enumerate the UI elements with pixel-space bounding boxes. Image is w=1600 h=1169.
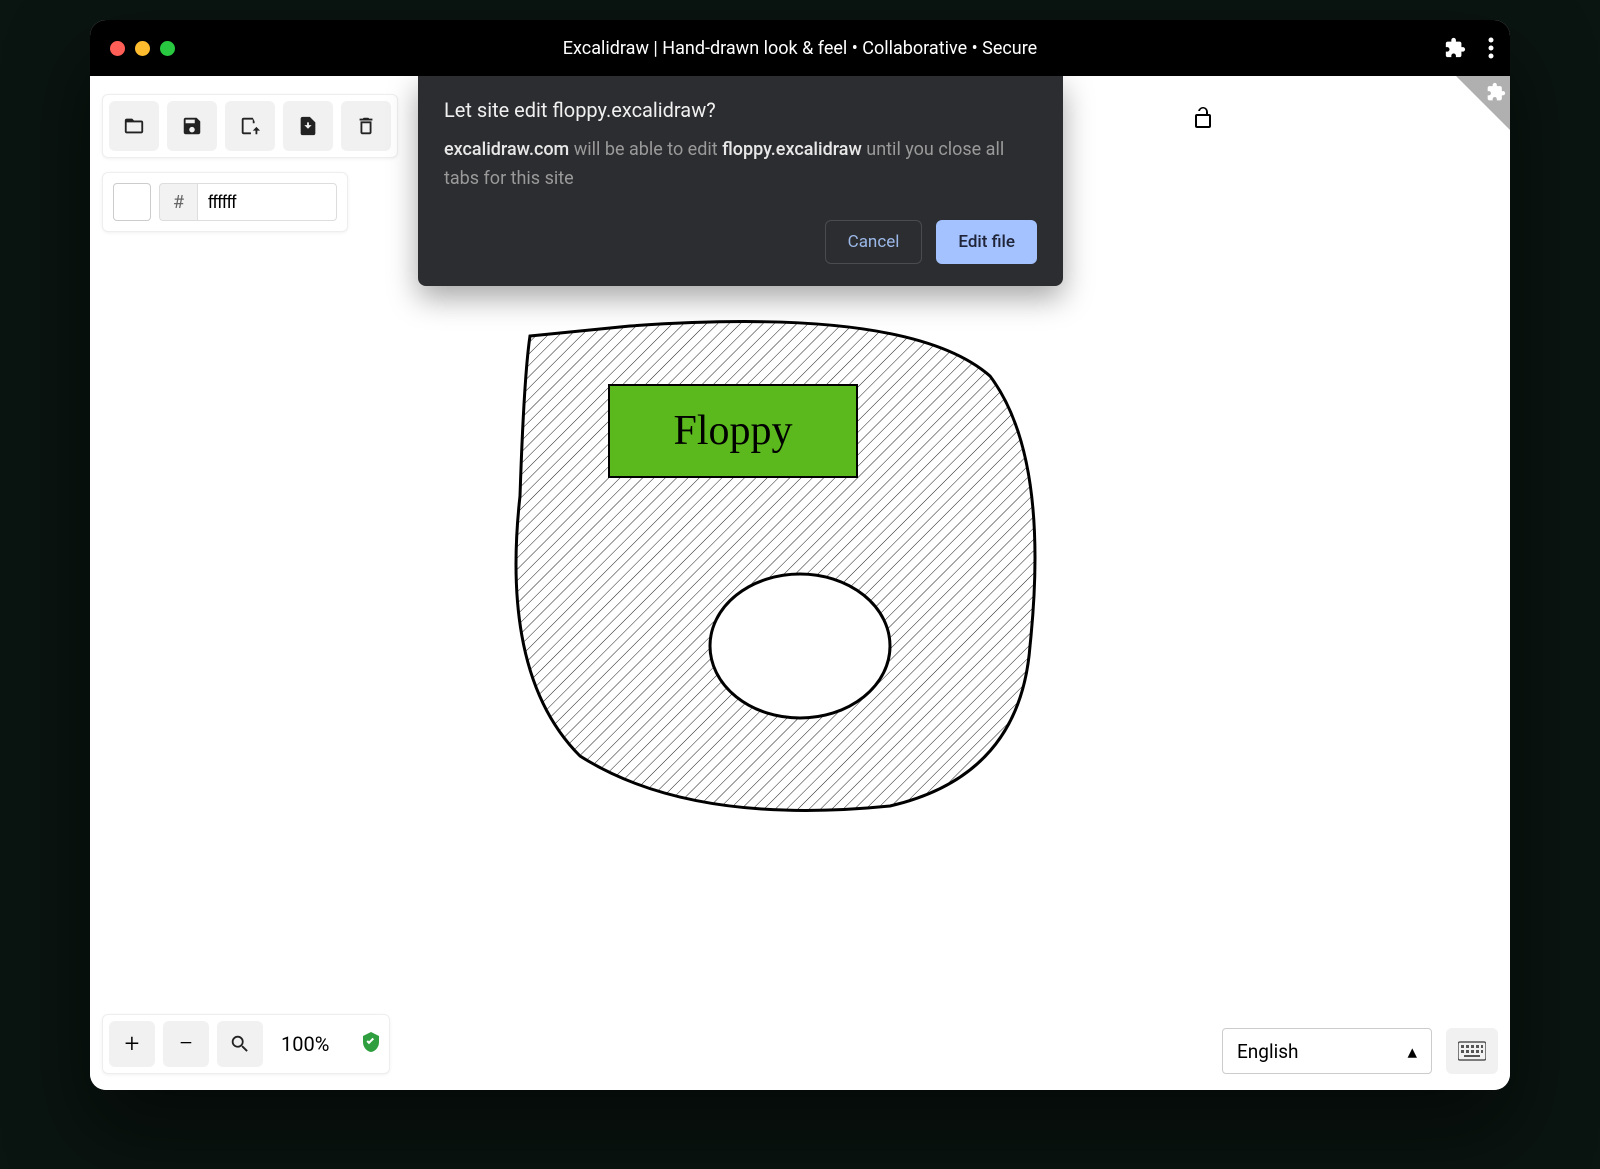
zoom-out-button[interactable]: −: [163, 1021, 209, 1067]
canvas[interactable]: Floppy: [470, 276, 1110, 836]
dialog-body: excalidraw.com will be able to edit flop…: [444, 136, 1037, 194]
language-label: English: [1237, 1040, 1298, 1063]
color-swatch[interactable]: [113, 183, 151, 221]
minimize-window-button[interactable]: [135, 41, 150, 56]
titlebar: Excalidraw | Hand-drawn look & feel • Co…: [90, 20, 1510, 76]
browser-window: Excalidraw | Hand-drawn look & feel • Co…: [90, 20, 1510, 1090]
edit-file-button[interactable]: Edit file: [936, 220, 1037, 264]
dialog-site: excalidraw.com: [444, 139, 569, 160]
lock-open-icon[interactable]: [1191, 106, 1215, 134]
drawing-label: Floppy: [608, 384, 858, 478]
save-as-button[interactable]: [225, 101, 275, 151]
hex-input[interactable]: [197, 183, 337, 221]
zoom-controls: + − 100%: [102, 1014, 390, 1074]
dialog-filename: floppy.excalidraw: [722, 139, 862, 160]
trash-button[interactable]: [341, 101, 391, 151]
zoom-level: 100%: [271, 1032, 339, 1056]
language-select[interactable]: English ▴: [1222, 1028, 1432, 1074]
cancel-button[interactable]: Cancel: [825, 220, 923, 264]
extensions-icon[interactable]: [1444, 37, 1466, 59]
export-button[interactable]: [283, 101, 333, 151]
app-content: #: [90, 76, 1510, 1090]
zoom-reset-button[interactable]: [217, 1021, 263, 1067]
zoom-in-button[interactable]: +: [109, 1021, 155, 1067]
dialog-title: Let site edit floppy.excalidraw?: [444, 98, 1037, 122]
file-toolbar: [102, 94, 398, 158]
keyboard-button[interactable]: [1446, 1028, 1498, 1074]
close-window-button[interactable]: [110, 41, 125, 56]
drawing-label-text: Floppy: [673, 407, 792, 455]
shield-icon[interactable]: [359, 1030, 383, 1058]
chevron-up-icon: ▴: [1407, 1040, 1417, 1063]
color-panel: #: [102, 172, 348, 232]
browser-menu-icon[interactable]: [1488, 37, 1494, 59]
open-file-button[interactable]: [109, 101, 159, 151]
corner-badge: [1456, 76, 1510, 130]
page-title: Excalidraw | Hand-drawn look & feel • Co…: [563, 38, 1037, 59]
maximize-window-button[interactable]: [160, 41, 175, 56]
permission-dialog: Let site edit floppy.excalidraw? excalid…: [418, 76, 1063, 286]
hex-prefix: #: [159, 183, 197, 221]
window-controls: [110, 41, 175, 56]
save-file-button[interactable]: [167, 101, 217, 151]
